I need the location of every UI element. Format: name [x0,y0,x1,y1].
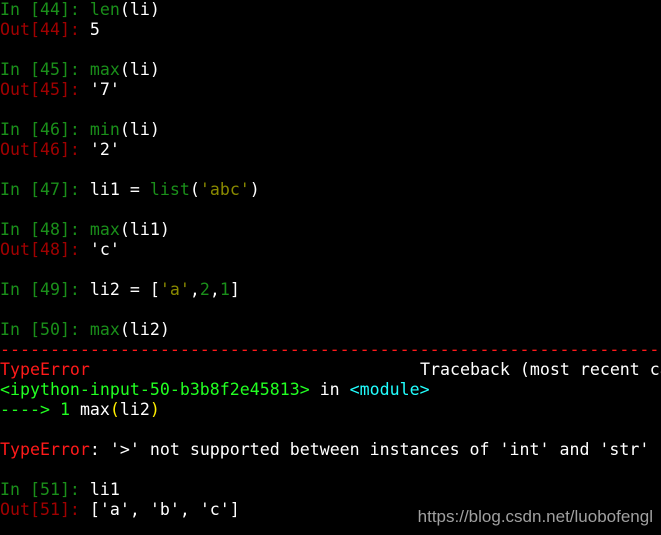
code-text: (li) [119,60,160,79]
builtin-function: max [89,220,120,239]
out-prompt: Out[45]: [0,80,90,99]
builtin-function: len [89,0,120,19]
arrow-icon: ----> 1 [0,400,80,419]
output-value: ['a', 'b', 'c'] [89,500,240,519]
paren-close: ) [149,400,160,419]
in-prompt: In [50]: [0,320,90,339]
input-line-46: In [46]: min(li) [0,120,661,140]
traceback-arg: li2 [119,400,150,419]
input-line-47: In [47]: li1 = list('abc') [0,180,661,200]
comma: , [209,280,220,299]
builtin-function: max [89,320,120,339]
number-literal: 1 [219,280,230,299]
builtin-function: min [89,120,120,139]
code-text: li1 [89,480,120,499]
out-prompt: Out[48]: [0,240,90,259]
traceback-file: <ipython-input-50-b3b8f2e45813> [0,380,310,399]
error-type: TypeError [0,360,90,379]
in-prompt: In [51]: [0,480,90,499]
out-prompt: Out[51]: [0,500,90,519]
input-line-48: In [48]: max(li1) [0,220,661,240]
paren-close: ) [249,180,260,199]
code-text: (li1) [119,220,170,239]
builtin-function: list [149,180,190,199]
input-line-44: In [44]: len(li) [0,0,661,20]
traceback-location: <ipython-input-50-b3b8f2e45813> in <modu… [0,380,661,400]
traceback-code-line: ----> 1 max(li2) [0,400,661,420]
paren-open: ( [109,400,120,419]
error-colon: : [89,440,110,459]
output-line-48: Out[48]: 'c' [0,240,661,260]
error-message: '>' not supported between instances of '… [109,440,650,459]
traceback-in: in [309,380,350,399]
output-line-46: Out[46]: '2' [0,140,661,160]
traceback-header: TypeError Traceback (most recent call las… [0,360,661,380]
in-prompt: In [47]: [0,180,90,199]
in-prompt: In [45]: [0,60,90,79]
string-literal: 'abc' [199,180,250,199]
output-value: '7' [89,80,120,99]
traceback-fn: max [79,400,110,419]
string-literal: 'a' [159,280,190,299]
output-value: '2' [89,140,120,159]
out-prompt: Out[46]: [0,140,90,159]
builtin-function: max [89,60,120,79]
traceback-module: <module> [349,380,430,399]
paren-open: ( [189,180,200,199]
code-text: li1 = [89,180,150,199]
comma: , [189,280,200,299]
in-prompt: In [48]: [0,220,90,239]
traceback-label: Traceback (most recent call last) [420,360,661,379]
error-type: TypeError [0,440,90,459]
ipython-terminal[interactable]: In [44]: len(li) Out[44]: 5 In [45]: max… [0,0,661,535]
traceback-separator: ----------------------------------------… [0,340,661,359]
error-message-line: TypeError: '>' not supported between ins… [0,440,661,460]
code-text: (li2) [119,320,170,339]
input-line-50: In [50]: max(li2) [0,320,661,340]
output-value: 5 [89,20,100,39]
in-prompt: In [44]: [0,0,90,19]
in-prompt: In [46]: [0,120,90,139]
out-prompt: Out[44]: [0,20,90,39]
input-line-45: In [45]: max(li) [0,60,661,80]
output-line-45: Out[45]: '7' [0,80,661,100]
input-line-49: In [49]: li2 = ['a',2,1] [0,280,661,300]
code-text: (li) [119,120,160,139]
output-line-44: Out[44]: 5 [0,20,661,40]
number-literal: 2 [199,280,210,299]
code-text: li2 = [ [89,280,160,299]
watermark: https://blog.csdn.net/luobofengl [417,507,653,526]
output-value: 'c' [89,240,120,259]
code-text: (li) [119,0,160,19]
in-prompt: In [49]: [0,280,90,299]
input-line-51: In [51]: li1 [0,480,661,500]
bracket-close: ] [229,280,240,299]
